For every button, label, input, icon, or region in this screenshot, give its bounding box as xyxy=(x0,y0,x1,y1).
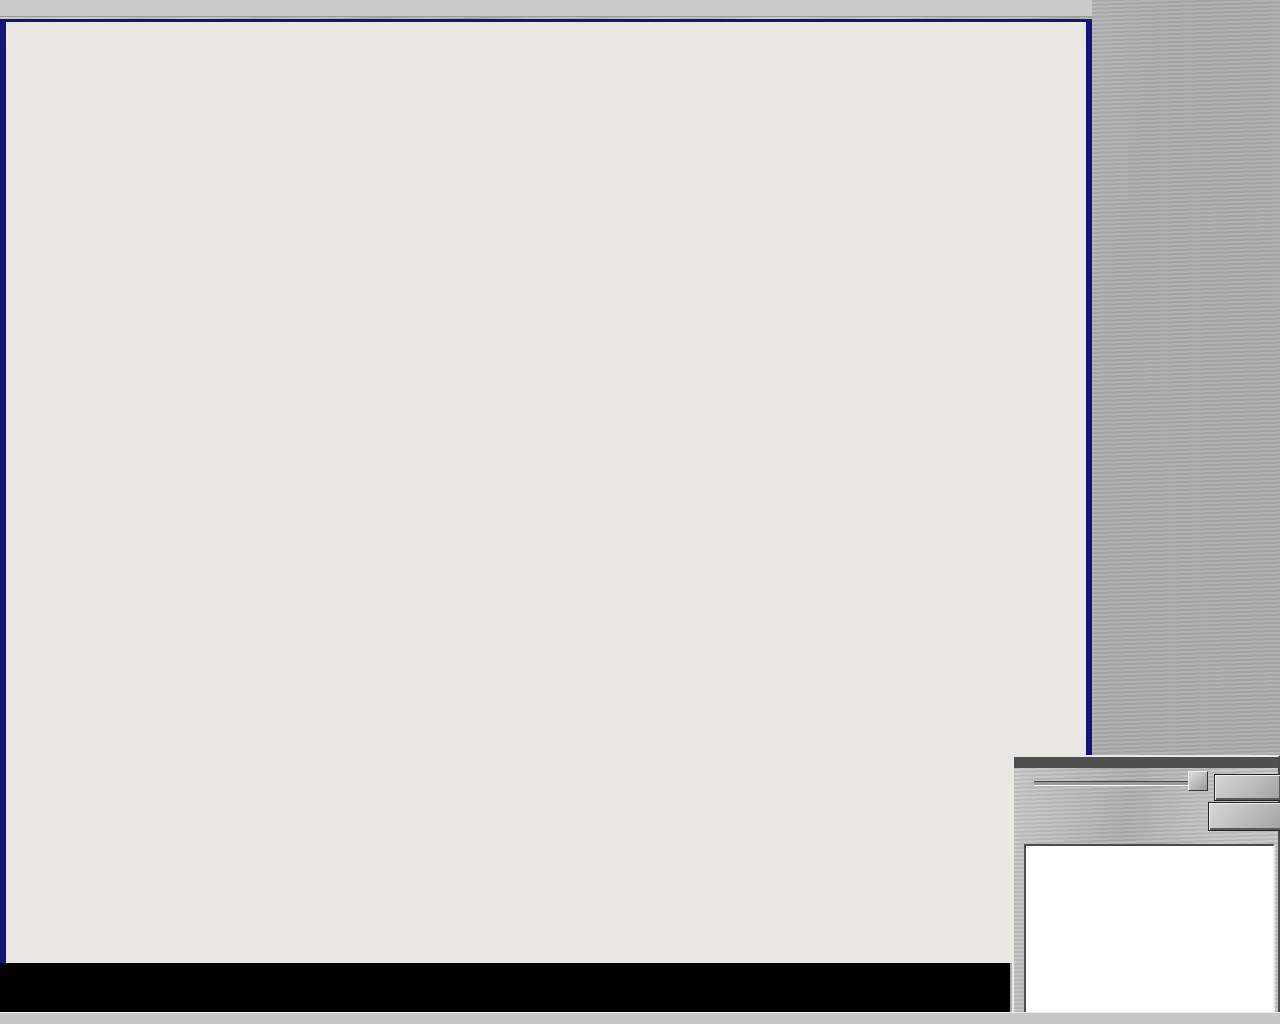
playback-panel xyxy=(1012,755,1280,1016)
topographic-map[interactable] xyxy=(6,22,1086,963)
menu-bar xyxy=(0,0,1092,17)
chat-log[interactable] xyxy=(0,963,1010,1012)
events-list[interactable] xyxy=(1024,844,1275,1014)
karte-button[interactable] xyxy=(1214,774,1280,801)
map-viewport[interactable] xyxy=(6,22,1086,963)
application-window xyxy=(0,0,1280,1024)
playback-panel-titlebar[interactable] xyxy=(1014,757,1278,768)
timeline-slider-track[interactable] xyxy=(1034,781,1190,786)
chat-status-bar[interactable] xyxy=(0,1012,1280,1024)
gelaende-button[interactable] xyxy=(1208,802,1280,831)
timeline-slider-handle[interactable] xyxy=(1188,771,1208,791)
